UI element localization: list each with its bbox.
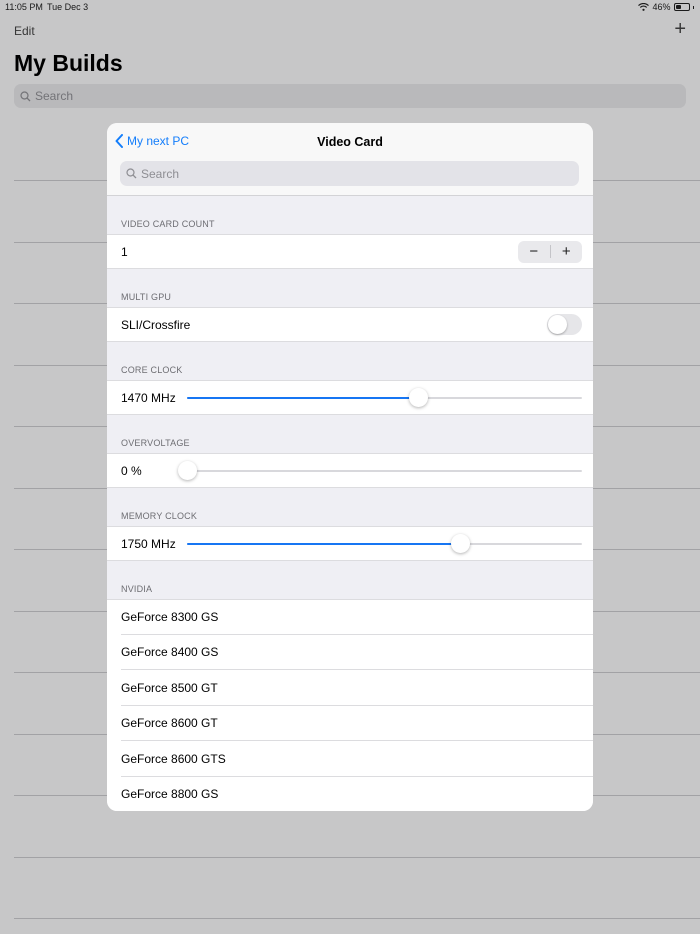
search-icon [126,168,137,179]
core-clock-slider[interactable] [187,387,582,407]
core-clock-value: 1470 MHz [121,390,176,405]
multi-gpu-row: SLI/Crossfire [107,307,593,342]
list-item[interactable]: GeForce 8600 GT [107,705,593,741]
video-card-count-value: 1 [121,244,128,259]
slider-thumb[interactable] [409,387,429,407]
sli-crossfire-label: SLI/Crossfire [121,317,191,332]
count-stepper[interactable]: − + [518,240,583,263]
list-item[interactable]: GeForce 8400 GS [107,634,593,670]
list-item[interactable]: GeForce 8300 GS [107,599,593,635]
modal-title: Video Card [317,135,383,149]
overvoltage-row: 0 % [107,453,593,488]
section-header-count: VIDEO CARD COUNT [121,219,215,229]
overvoltage-slider[interactable] [178,460,582,480]
search-input[interactable]: Search [120,161,579,186]
decrement-button[interactable]: − [518,241,550,263]
section-header-multi-gpu: MULTI GPU [121,292,172,302]
video-card-count-row: 1 − + [107,234,593,269]
search-placeholder: Search [141,166,180,181]
nvidia-list: GeForce 8300 GS GeForce 8400 GS GeForce … [107,599,593,811]
memory-clock-row: 1750 MHz [107,526,593,561]
core-clock-row: 1470 MHz [107,380,593,415]
sli-crossfire-toggle[interactable] [547,314,582,335]
slider-thumb[interactable] [178,460,197,480]
list-item[interactable]: GeForce 8800 GS [107,776,593,811]
list-item[interactable]: GeForce 8600 GTS [107,741,593,777]
section-header-nvidia: NVIDIA [121,584,153,594]
section-header-core-clock: CORE CLOCK [121,365,183,375]
memory-clock-value: 1750 MHz [121,536,176,551]
video-card-modal: My next PC Video Card Search VIDEO CARD … [107,123,593,811]
increment-button[interactable]: + [551,241,583,263]
section-header-overvoltage: OVERVOLTAGE [121,438,190,448]
section-header-memory-clock: MEMORY CLOCK [121,511,198,521]
slider-thumb[interactable] [450,533,470,553]
memory-clock-slider[interactable] [187,533,582,553]
navigation-bar: My next PC Video Card Search [107,123,593,196]
list-item[interactable]: GeForce 8500 GT [107,670,593,706]
